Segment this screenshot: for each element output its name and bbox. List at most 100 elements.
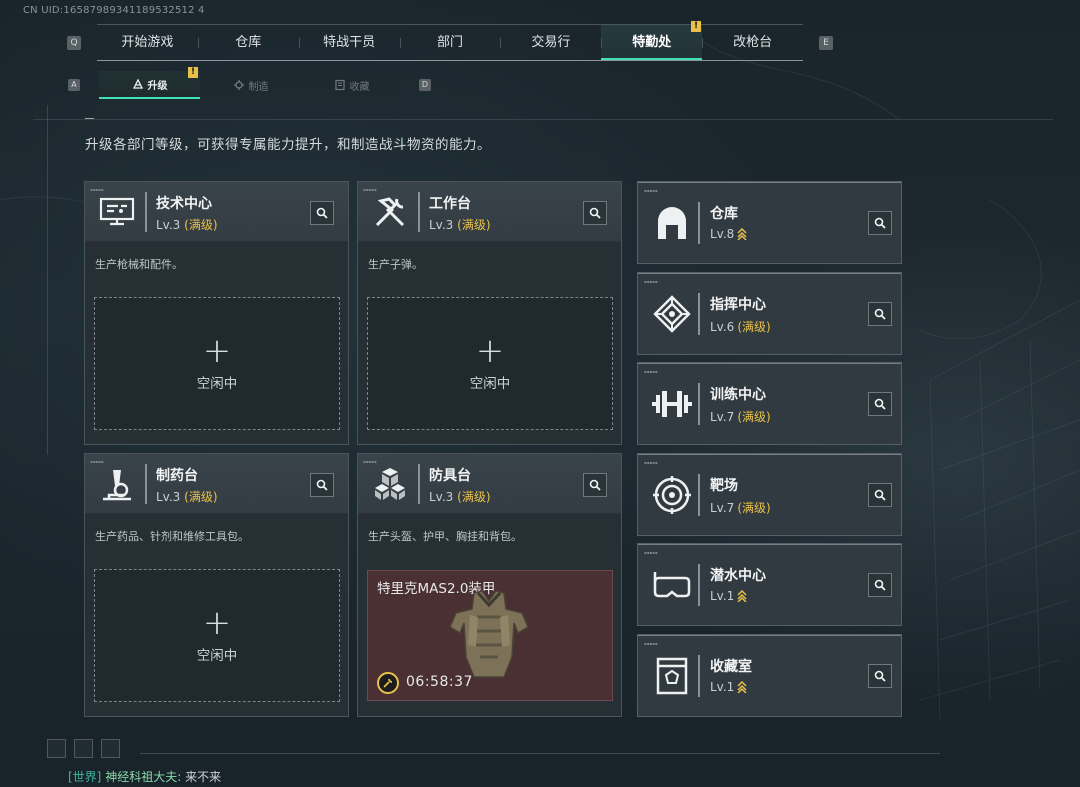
alert-badge: ! [691,21,701,32]
key-hint-a[interactable]: A [68,79,80,91]
empty-production-slot[interactable]: + 空闲中 [367,297,613,430]
player-uid: CN UID:16587989341189532512 4 [23,5,205,16]
quick-slots [47,739,120,758]
workstation-description: 生产枪械和配件。 [95,258,183,271]
subtab-label: 制造 [248,81,269,93]
department-card-warehouse[interactable]: ▪▪▪▪▪ 仓库 Lv.8 [637,181,902,264]
department-card-diving-center[interactable]: ▪▪▪▪▪ 潜水中心 Lv.1 [637,543,902,626]
subtab-label: 收藏 [349,81,370,93]
search-button[interactable] [868,483,892,507]
department-level: Lv.8 [710,227,747,241]
empty-production-slot[interactable]: + 空闲中 [94,569,340,702]
search-button[interactable] [868,211,892,235]
subtab-craft[interactable]: 制造 [200,71,301,99]
department-name: 潜水中心 [710,568,766,584]
subtab-collection[interactable]: 收藏 [301,71,402,99]
alert-badge: ! [188,67,198,78]
department-card-collection-room[interactable]: ▪▪▪▪▪ 收藏室 Lv.1 [637,634,902,717]
workstation-name: 制药台 [156,468,198,484]
search-button[interactable] [310,473,334,497]
search-button[interactable] [868,302,892,326]
quick-slot[interactable] [101,739,120,758]
department-name: 收藏室 [710,659,752,675]
key-hint-e[interactable]: E [819,36,833,50]
search-button[interactable] [868,392,892,416]
plus-icon: + [475,330,505,371]
search-icon [874,308,886,320]
tab-department[interactable]: 部门 [399,25,501,60]
crafting-timer: 06:58:37 [406,674,473,690]
collection-tab-icon [334,79,345,91]
intro-marker [85,118,94,119]
plus-icon: + [202,602,232,643]
search-icon [589,479,601,491]
workstation-description: 生产头盔、护甲、胸挂和背包。 [368,530,522,543]
search-icon [316,479,328,491]
subtab-upgrade[interactable]: 升级 [99,71,200,99]
crafting-slot[interactable]: 特里克MAS2.0装甲 06:58:37 [367,570,613,701]
workstation-level: Lv.3 (满级) [429,490,491,504]
slot-status: 空闲中 [469,375,511,392]
search-icon [589,207,601,219]
search-icon [874,670,886,682]
department-card-shooting-range[interactable]: ▪▪▪▪▪ 靶场 Lv.7 (满级) [637,453,902,536]
department-level: Lv.1 [710,589,747,603]
search-icon [874,217,886,229]
search-button[interactable] [583,473,607,497]
search-icon [874,489,886,501]
search-button[interactable] [310,201,334,225]
upgrade-arrows-icon [737,228,747,240]
quick-slot[interactable] [47,739,66,758]
slot-status: 空闲中 [196,647,238,664]
chat-message: 来不来 [185,770,222,784]
bottom-divider [140,753,940,754]
department-name: 训练中心 [710,387,766,403]
workstation-name: 技术中心 [156,196,212,212]
empty-production-slot[interactable]: + 空闲中 [94,297,340,430]
tab-special-ops[interactable]: 特勤处 [601,25,703,60]
cubes-icon [368,462,412,506]
workstation-name: 防具台 [429,468,471,484]
tab-gunsmith[interactable]: 改枪台 [702,25,803,60]
upgrade-arrows-icon [737,590,747,602]
search-button[interactable] [868,664,892,688]
chat-channel: [世界] [68,770,102,784]
workstation-card-workbench[interactable]: ▪▪▪▪▪ 工作台 Lv.3 (满级) 生产子弹。 + 空闲中 [357,181,622,445]
tab-start-game[interactable]: 开始游戏 [97,25,198,60]
warehouse-icon [648,199,696,247]
page-description: 升级各部门等级，可获得专属能力提升，和制造战斗物资的能力。 [85,137,491,153]
tab-operators[interactable]: 特战干员 [298,25,400,60]
upgrade-icon [132,78,143,89]
search-icon [316,207,328,219]
workstation-card-pharmacy[interactable]: ▪▪▪▪▪ 制药台 Lv.3 (满级) 生产药品、针剂和维修工具包。 + 空闲中 [84,453,349,717]
target-icon [648,471,696,519]
department-name: 仓库 [710,206,738,222]
key-hint-q[interactable]: Q [67,36,81,50]
divider-line [33,119,1053,120]
command-icon [648,290,696,338]
armor-vest-icon [449,590,529,678]
search-button[interactable] [583,201,607,225]
department-name: 指挥中心 [710,297,766,313]
upgrade-arrows-icon [737,681,747,693]
search-icon [874,398,886,410]
tab-warehouse[interactable]: 仓库 [197,25,299,60]
workstation-card-tech-center[interactable]: ▪▪▪▪▪ 技术中心 Lv.3 (满级) 生产枪械和配件。 + 空闲中 [84,181,349,445]
workstation-card-armor-bench[interactable]: ▪▪▪▪▪ 防具台 Lv.3 (满级) 生产头盔、护甲、胸挂和背包。 特里克MA… [357,453,622,717]
workstation-description: 生产药品、针剂和维修工具包。 [95,530,249,543]
tab-market[interactable]: 交易行 [500,25,601,60]
department-card-command-center[interactable]: ▪▪▪▪▪ 指挥中心 Lv.6 (满级) [637,272,902,355]
key-hint-d[interactable]: D [419,79,431,91]
quick-slot[interactable] [74,739,93,758]
chat-line[interactable]: [世界] 神经科祖大夫: 来不来 [68,768,221,785]
plus-icon: + [202,330,232,371]
department-level: Lv.7 (满级) [710,500,771,516]
slot-status: 空闲中 [196,375,238,392]
workstation-level: Lv.3 (满级) [429,218,491,232]
dumbbell-icon [648,380,696,428]
department-card-training-center[interactable]: ▪▪▪▪▪ 训练中心 Lv.7 (满级) [637,362,902,445]
department-level: Lv.6 (满级) [710,319,771,335]
gear-icon [233,80,244,90]
department-level: Lv.7 (满级) [710,409,771,425]
search-button[interactable] [868,573,892,597]
